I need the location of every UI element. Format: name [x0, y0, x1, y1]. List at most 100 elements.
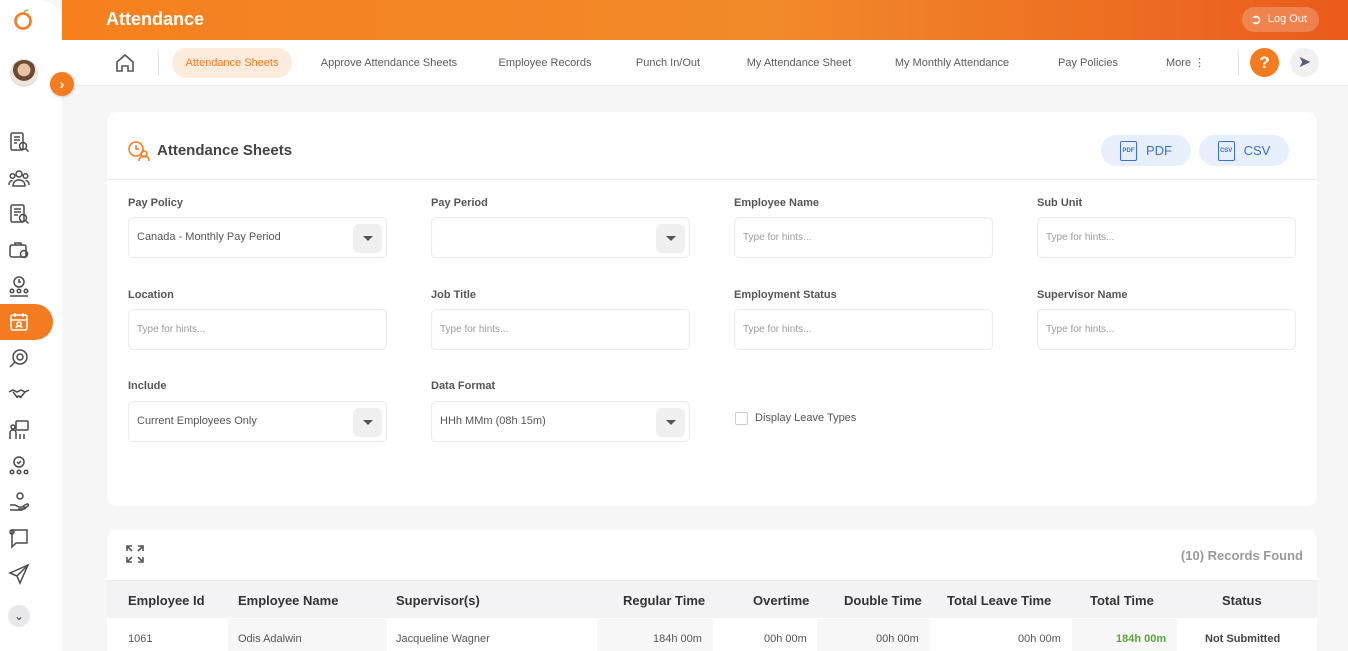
job-title-label: Job Title [431, 289, 477, 301]
column-header[interactable]: Status [1222, 593, 1262, 608]
sub-unit-label: Sub Unit [1037, 197, 1083, 209]
cell-status: Not Submitted [1205, 633, 1281, 645]
dropdown-arrow-icon[interactable] [656, 224, 685, 253]
kebab-icon: ⋮ [1194, 57, 1206, 69]
column-header[interactable]: Employee Name [238, 593, 338, 608]
app-logo[interactable] [12, 8, 34, 30]
tab-punch-in-out[interactable]: Punch In/Out [620, 48, 716, 78]
cell-overtime: 00h 00m [764, 633, 807, 645]
performance-search-icon[interactable] [8, 347, 30, 369]
award-people-icon[interactable] [8, 455, 30, 477]
column-header[interactable]: Regular Time [623, 593, 705, 608]
pay-policy-value: Canada - Monthly Pay Period [137, 231, 281, 243]
pay-policy-label: Pay Policy [128, 197, 184, 209]
admin-icon[interactable] [8, 131, 30, 153]
briefcase-gear-icon[interactable] [8, 239, 30, 261]
filter-card: Attendance Sheets PDF PDF CSV CSV Pay Po… [107, 112, 1317, 506]
csv-file-icon: CSV [1217, 140, 1235, 161]
share-arrow-icon[interactable]: ➤ [1290, 48, 1319, 77]
column-header[interactable]: Double Time [844, 593, 922, 608]
pdf-file-icon: PDF [1120, 140, 1137, 161]
column-header[interactable]: Total Leave Time [947, 593, 1051, 608]
tab-employee-records[interactable]: Employee Records [484, 48, 606, 78]
display-leave-types-label: Display Leave Types [755, 412, 857, 424]
clock-people-icon[interactable] [8, 275, 30, 297]
chat-icon[interactable] [8, 527, 30, 549]
records-card: (10) Records Found Employee Id Employee … [107, 530, 1317, 651]
cell-double-time: 00h 00m [876, 633, 919, 645]
sub-unit-input[interactable] [1038, 218, 1295, 257]
employee-name-input[interactable] [735, 218, 992, 257]
employee-name-field [734, 217, 993, 258]
column-header[interactable]: Employee Id [128, 593, 205, 608]
pay-period-select[interactable] [431, 217, 690, 258]
csv-label: CSV [1243, 143, 1271, 158]
include-value: Current Employees Only [137, 415, 257, 427]
data-format-select[interactable]: HHh MMm (08h 15m) [431, 401, 690, 442]
hand-care-icon[interactable] [8, 491, 30, 513]
column-header[interactable]: Total Time [1090, 593, 1154, 608]
supervisor-name-input[interactable] [1038, 310, 1295, 349]
logout-label: Log Out [1267, 13, 1307, 25]
cell-supervisor: Jacqueline Wagner [396, 633, 490, 645]
help-button[interactable]: ? [1250, 48, 1279, 77]
supervisor-name-field [1037, 309, 1296, 350]
location-field [128, 309, 387, 350]
employment-status-input[interactable] [735, 310, 992, 349]
logout-button[interactable]: ➲ Log Out [1242, 7, 1319, 32]
table-header: Employee Id Employee Name Supervisor(s) … [107, 580, 1317, 618]
column-header[interactable]: Supervisor(s) [396, 593, 480, 608]
records-found-count: (10) Records Found [1180, 548, 1303, 563]
home-icon[interactable] [114, 52, 136, 74]
employment-status-field [734, 309, 993, 350]
data-format-value: HHh MMm (08h 15m) [440, 415, 546, 427]
display-leave-types-checkbox[interactable] [735, 412, 748, 425]
tab-pay-policies[interactable]: Pay Policies [1042, 48, 1134, 78]
dropdown-arrow-icon[interactable] [656, 408, 685, 437]
tab-my-attendance-sheet[interactable]: My Attendance Sheet [730, 48, 868, 78]
chevron-down-icon[interactable]: ⌄ [8, 605, 30, 627]
expand-icon[interactable] [125, 544, 145, 564]
data-format-label: Data Format [431, 380, 496, 392]
csv-export-button[interactable]: CSV CSV [1199, 135, 1289, 166]
job-title-input[interactable] [432, 310, 689, 349]
more-menu[interactable]: More ⋮ [1166, 48, 1205, 78]
card-title: Attendance Sheets [157, 142, 293, 159]
people-icon[interactable] [8, 167, 30, 189]
divider [1238, 50, 1239, 76]
attendance-icon [8, 311, 30, 333]
pdf-export-button[interactable]: PDF PDF [1101, 135, 1191, 166]
app-title: Attendance [106, 9, 205, 29]
tab-approve-attendance-sheets[interactable]: Approve Attendance Sheets [306, 48, 472, 78]
employee-search-icon[interactable] [8, 203, 30, 225]
dropdown-arrow-icon[interactable] [353, 408, 382, 437]
card-header: Attendance Sheets PDF PDF CSV CSV [107, 112, 1317, 180]
sidebar-item-attendance[interactable] [0, 304, 53, 340]
location-input[interactable] [129, 310, 386, 349]
include-select[interactable]: Current Employees Only [128, 401, 387, 442]
attendance-sheets-icon [128, 141, 150, 162]
include-label: Include [128, 380, 167, 392]
location-label: Location [128, 289, 174, 301]
avatar[interactable] [10, 59, 38, 87]
cell-regular-time: 184h 00m [653, 633, 702, 645]
pdf-label: PDF [1146, 143, 1172, 158]
tab-my-monthly-attendance[interactable]: My Monthly Attendance [880, 48, 1024, 78]
handshake-icon[interactable] [8, 383, 30, 405]
cell-total-time: 184h 00m [1116, 633, 1167, 645]
cell-employee-name: Odis Adalwin [238, 633, 302, 645]
training-icon[interactable] [8, 419, 30, 441]
pay-policy-select[interactable]: Canada - Monthly Pay Period [128, 217, 387, 258]
employee-name-label: Employee Name [734, 197, 819, 209]
employment-status-label: Employment Status [734, 289, 837, 301]
sidebar-expand-button[interactable]: › [50, 72, 74, 96]
top-bar: Attendance ➲ Log Out [62, 0, 1348, 40]
column-header[interactable]: Overtime [753, 593, 809, 608]
logout-icon: ➲ [1250, 11, 1262, 27]
plane-icon[interactable] [8, 563, 30, 585]
table-row[interactable]: 1061 Odis Adalwin Jacqueline Wagner 184h… [107, 619, 1317, 651]
dropdown-arrow-icon[interactable] [353, 224, 382, 253]
divider [158, 50, 159, 76]
tab-attendance-sheets[interactable]: Attendance Sheets [172, 48, 292, 78]
module-tabs: Attendance Sheets Approve Attendance She… [62, 40, 1348, 86]
